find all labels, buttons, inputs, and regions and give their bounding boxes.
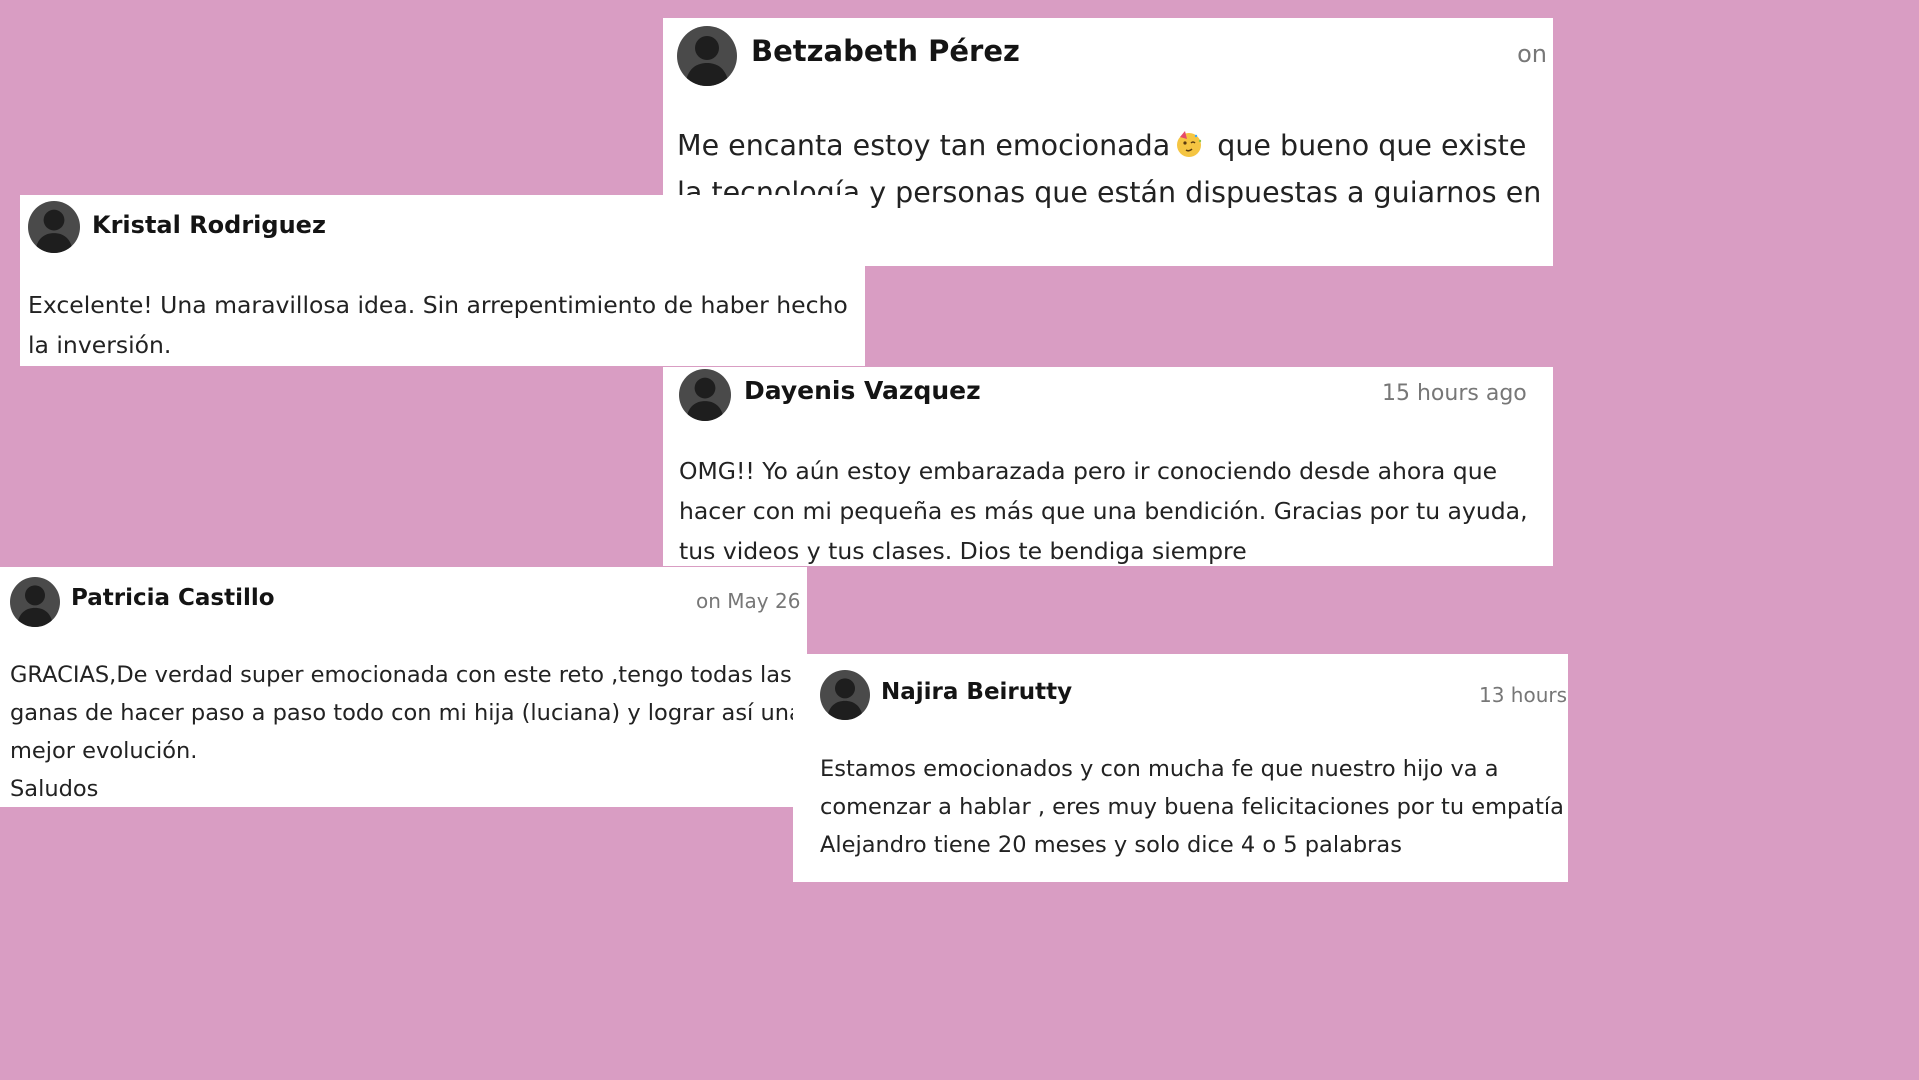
comment-card-patricia: Patricia Castillo on May 26 GRACIAS,De v… bbox=[0, 567, 807, 807]
comment-text: OMG!! Yo aún estoy embarazada pero ir co… bbox=[679, 457, 1528, 565]
comment-author[interactable]: Betzabeth Pérez bbox=[751, 34, 1020, 68]
comment-timestamp: on May 26 bbox=[696, 589, 801, 613]
comment-card-dayenis: Dayenis Vazquez 15 hours ago OMG!! Yo aú… bbox=[663, 367, 1553, 566]
comment-author[interactable]: Kristal Rodriguez bbox=[92, 211, 326, 239]
comment-author[interactable]: Dayenis Vazquez bbox=[744, 376, 981, 405]
avatar-icon[interactable] bbox=[10, 577, 60, 627]
comment-card-najira: Najira Beirutty 13 hours Estamos emocion… bbox=[793, 654, 1568, 882]
comment-text: GRACIAS,De verdad super emocionada con e… bbox=[10, 662, 803, 802]
comment-text: Estamos emocionados y con mucha fe que n… bbox=[820, 756, 1564, 858]
avatar-icon[interactable] bbox=[820, 670, 870, 720]
comment-timestamp: 15 hours ago bbox=[1382, 381, 1527, 406]
comment-text: Excelente! Una maravillosa idea. Sin arr… bbox=[28, 291, 848, 359]
comment-timestamp: on bbox=[1517, 40, 1547, 68]
comment-author[interactable]: Patricia Castillo bbox=[71, 585, 275, 611]
comment-timestamp: 13 hours bbox=[1479, 683, 1568, 707]
avatar-icon[interactable] bbox=[679, 369, 731, 421]
comment-author[interactable]: Najira Beirutty bbox=[881, 679, 1072, 705]
comment-card-kristal: Kristal Rodriguez Excelente! Una maravil… bbox=[20, 195, 865, 366]
comment-text-part: Me encanta estoy tan emocionada bbox=[677, 129, 1171, 162]
avatar-icon[interactable] bbox=[28, 201, 80, 253]
avatar-icon[interactable] bbox=[677, 26, 737, 86]
partying-face-icon bbox=[1174, 126, 1204, 157]
